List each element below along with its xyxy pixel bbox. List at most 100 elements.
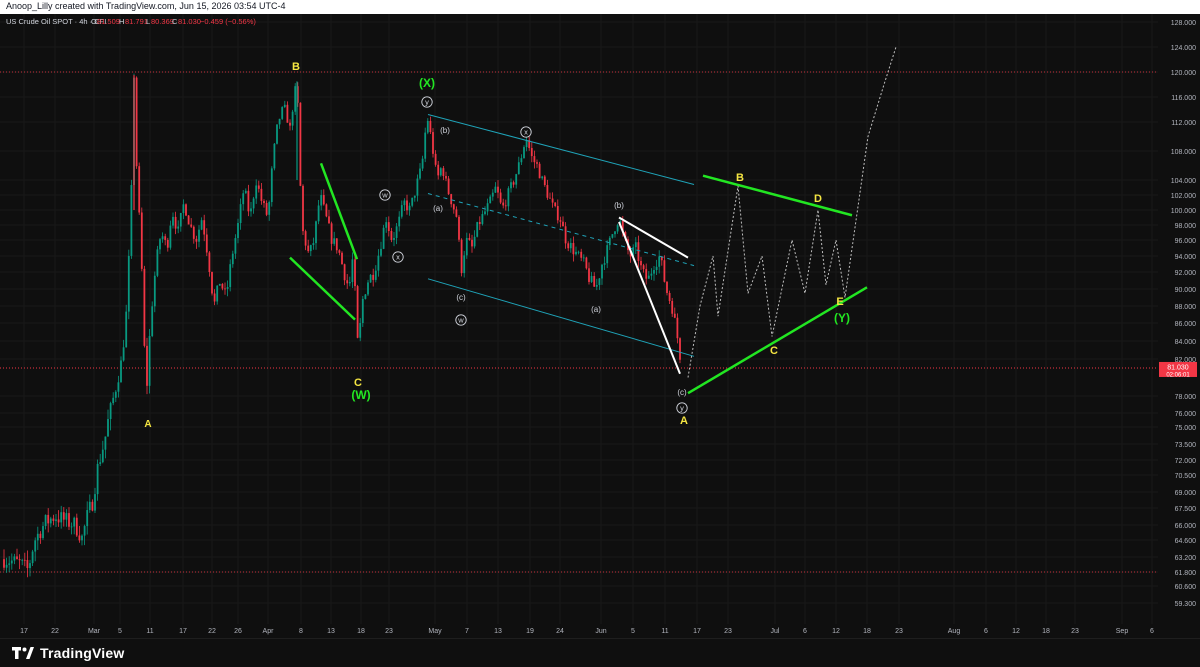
time-tick-12: 23 [385, 628, 393, 635]
reference-lines [0, 71, 1158, 573]
candle-body-144 [377, 255, 380, 271]
candle-body-187 [489, 196, 492, 204]
candle-body-136 [356, 286, 359, 338]
candle-body-4 [13, 556, 16, 561]
candle-body-195 [510, 182, 512, 189]
candle-body-68 [179, 213, 182, 227]
candle-body-157 [411, 197, 414, 206]
price-tick-26: 66.000 [1175, 523, 1197, 530]
candle-body-15 [42, 526, 44, 539]
candle-body-114 [299, 102, 302, 186]
wave-label-12: w [457, 316, 464, 325]
chart-area[interactable]: A B C (W) (X) y (b) x w (a) x (c) w (b) (a) (c) y A B C D E (Y… [0, 14, 1200, 638]
candle-body-216 [564, 226, 567, 244]
candle-body-121 [317, 205, 320, 222]
candle-body-134 [351, 259, 354, 283]
time-axis[interactable]: 17 22 Mar 5 11 17 22 26 Apr 8 13 18 23 May 7 13 19 24 Jun 5… [20, 628, 1154, 635]
candle-body-59 [156, 249, 159, 276]
price-tick-12: 92.000 [1175, 270, 1197, 277]
time-tick-22: 23 [724, 628, 732, 635]
candle-body-193 [504, 205, 507, 207]
candle-body-92 [242, 193, 245, 205]
candle-body-183 [478, 222, 481, 224]
candle-body-34 [91, 501, 94, 511]
candle-body-166 [434, 153, 437, 165]
candle-body-36 [96, 463, 99, 495]
candle-body-255 [666, 281, 668, 293]
price-tick-18: 78.000 [1175, 394, 1197, 401]
candle-body-21 [57, 519, 60, 523]
last-price-label: 81.030 [1167, 364, 1189, 371]
candle-body-71 [187, 215, 190, 225]
candle-body-2 [8, 563, 11, 565]
candle-body-177 [463, 255, 466, 274]
candle-body-12 [34, 540, 37, 552]
candle-body-98 [257, 185, 260, 189]
candle-body-108 [283, 104, 286, 108]
candle-body-119 [312, 243, 315, 246]
time-tick-34: 6 [1150, 628, 1154, 635]
wave-label-19: C [770, 345, 778, 357]
price-chart[interactable]: ABC(W)(X)y(b) xw(a)x(c)w(b)(a)(c)yABCDE(Y… [0, 14, 1200, 638]
price-tick-23: 70.500 [1175, 473, 1197, 480]
candle-body-189 [494, 186, 497, 193]
time-tick-30: 12 [1012, 628, 1020, 635]
time-tick-32: 23 [1071, 628, 1079, 635]
candle-body-163 [426, 120, 429, 133]
candle-body-257 [671, 300, 674, 314]
candle-body-210 [549, 197, 551, 199]
price-tick-3: 116.000 [1171, 95, 1196, 102]
candle-body-246 [642, 265, 645, 270]
time-tick-0: 17 [20, 628, 28, 635]
candle-body-42 [112, 397, 115, 404]
tradingview-logo[interactable]: TradingView [12, 645, 124, 661]
candle-body-135 [354, 259, 356, 287]
candle-body-155 [406, 200, 408, 211]
candle-body-158 [413, 195, 416, 198]
candle-body-209 [546, 185, 549, 198]
candle-body-212 [554, 202, 557, 207]
candle-body-99 [260, 188, 263, 201]
candle-body-54 [143, 268, 146, 346]
candle-body-107 [281, 107, 284, 119]
price-axis[interactable]: 128.000 124.000 120.000 116.000 112.000 108.0… [1158, 14, 1200, 638]
time-tick-2: Mar [88, 628, 101, 635]
candle-body-181 [473, 236, 476, 247]
price-tick-30: 60.600 [1175, 584, 1197, 591]
candle-body-222 [580, 251, 583, 258]
wave-label-6: (b) [440, 126, 450, 135]
candle-body-0 [3, 559, 5, 568]
candle-body-78 [205, 234, 208, 253]
candle-body-118 [309, 245, 312, 252]
candle-body-199 [520, 158, 523, 163]
price-tick-14: 88.000 [1175, 304, 1197, 311]
price-tick-10: 96.000 [1175, 238, 1197, 245]
candle-body-25 [68, 513, 70, 527]
candle-body-169 [442, 168, 445, 177]
time-tick-8: Apr [263, 628, 275, 635]
candle-body-90 [237, 223, 239, 239]
time-tick-9: 8 [299, 628, 303, 635]
candle-body-137 [359, 323, 362, 338]
ohlc-legend: US Crude Oil SPOT · 4h · CFI O 81.509 H … [6, 17, 256, 26]
candle-body-186 [486, 203, 489, 212]
candle-body-259 [676, 317, 679, 339]
candle-body-57 [151, 306, 154, 337]
wave-label-16: y [680, 404, 684, 413]
candle-body-249 [650, 273, 653, 276]
candle-body-41 [109, 403, 112, 420]
candle-body-43 [114, 391, 117, 398]
price-tick-28: 63.200 [1175, 555, 1197, 562]
price-tick-24: 69.000 [1175, 490, 1197, 497]
candle-body-97 [255, 185, 258, 199]
candle-body-174 [455, 209, 458, 217]
wave-label-9: (a) [433, 204, 443, 213]
candle-body-139 [364, 294, 367, 299]
attribution-bar: Anoop_Lilly created with TradingView.com… [0, 0, 1200, 14]
grid [0, 14, 1158, 624]
candle-body-150 [393, 237, 395, 240]
candle-body-123 [322, 195, 325, 205]
candle-body-245 [640, 260, 642, 266]
price-tick-21: 73.500 [1175, 442, 1197, 449]
candle-body-180 [471, 239, 473, 247]
